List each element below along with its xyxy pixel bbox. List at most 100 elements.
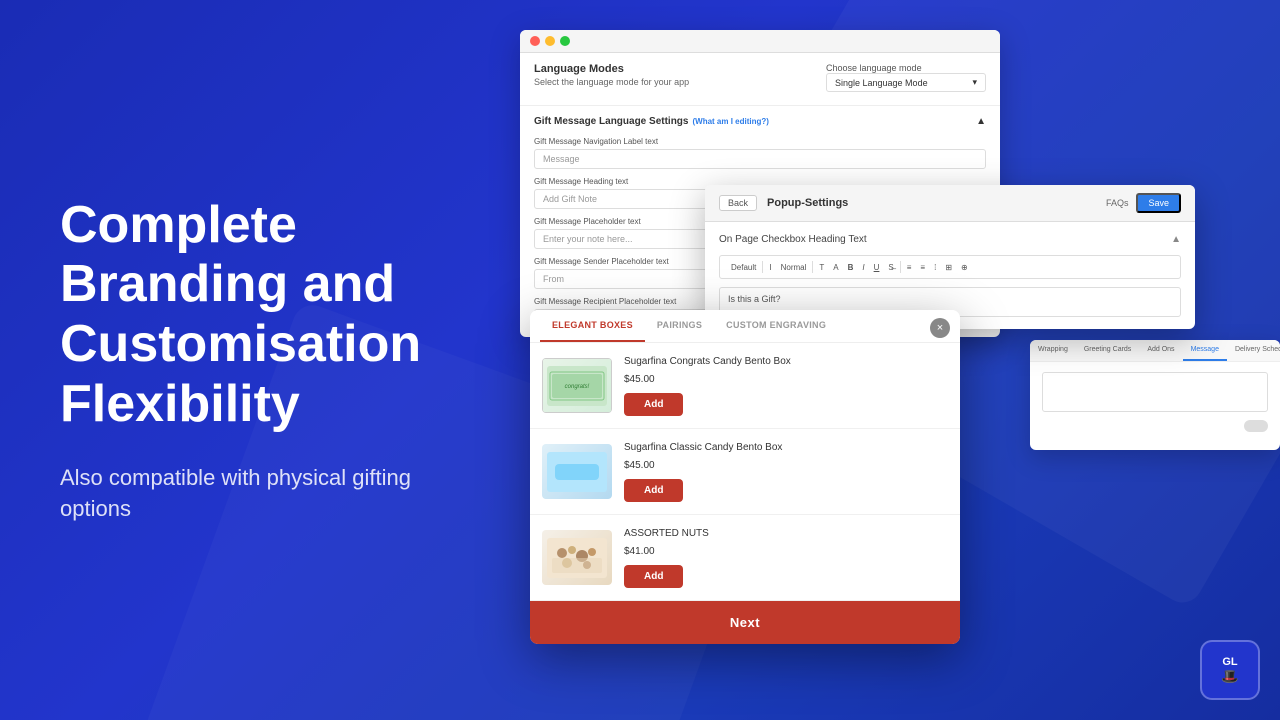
gift-settings-label: Gift Message Language Settings bbox=[534, 116, 688, 127]
product-image: congrats! bbox=[542, 358, 612, 413]
language-select-label: Choose language mode bbox=[826, 63, 986, 73]
back-button[interactable]: Back bbox=[719, 195, 757, 211]
add-classic-button[interactable]: Add bbox=[624, 479, 683, 502]
bottom-logo: GL 🎩 bbox=[1200, 640, 1260, 700]
toolbar-align-center[interactable]: ≡ bbox=[917, 262, 928, 273]
language-select-value: Single Language Mode bbox=[835, 78, 928, 88]
settings-body bbox=[1030, 362, 1280, 450]
tab-add-ons[interactable]: Add Ons bbox=[1139, 340, 1182, 361]
language-mode-subtitle: Select the language mode for your app bbox=[534, 77, 689, 87]
product-info: Sugarfina Congrats Candy Bento Box $45.0… bbox=[624, 355, 948, 416]
toolbar-italic-i[interactable]: I bbox=[766, 262, 774, 273]
field-input-nav[interactable]: Message bbox=[534, 149, 986, 169]
product-header: × ELEGANT BOXES PAIRINGS CUSTOM ENGRAVIN… bbox=[530, 310, 960, 343]
editor-toolbar: Default I Normal T A B I U S̶ ≡ ≡ ⁞ ⊞ ⊕ bbox=[719, 255, 1181, 279]
settings-tabs: Wrapping Greeting Cards Add Ons Message … bbox=[1030, 340, 1280, 362]
tab-greeting-cards[interactable]: Greeting Cards bbox=[1076, 340, 1139, 361]
toolbar-align-left[interactable]: ≡ bbox=[904, 262, 915, 273]
window-popup-settings: Back Popup-Settings FAQs Save On Page Ch… bbox=[705, 185, 1195, 329]
gift-settings-title: Gift Message Language Settings (What am … bbox=[534, 116, 986, 127]
toolbar-strikethrough[interactable]: S̶ bbox=[885, 262, 896, 273]
chevron-down-icon: ▾ bbox=[972, 77, 977, 88]
popup-section-header: On Page Checkbox Heading Text ▲ bbox=[719, 234, 1181, 245]
right-panel: Language Modes Select the language mode … bbox=[520, 0, 1280, 720]
toolbar-italic[interactable]: I bbox=[859, 262, 867, 273]
popup-header-left: Back Popup-Settings bbox=[719, 195, 848, 211]
product-tabs: ELEGANT BOXES PAIRINGS CUSTOM ENGRAVING bbox=[530, 310, 960, 343]
toolbar-more[interactable]: ⊕ bbox=[958, 262, 971, 273]
product-image-classic bbox=[542, 444, 612, 499]
window-dot-close bbox=[530, 36, 540, 46]
toolbar-underline[interactable]: U bbox=[871, 262, 883, 273]
toolbar-text-t[interactable]: T bbox=[816, 262, 827, 273]
toolbar-link[interactable]: ⊞ bbox=[942, 262, 955, 273]
toolbar-separator-3 bbox=[900, 261, 901, 273]
classic-image bbox=[542, 444, 612, 499]
window-language-header bbox=[520, 30, 1000, 53]
svg-text:congrats!: congrats! bbox=[565, 384, 590, 390]
tab-wrapping[interactable]: Wrapping bbox=[1030, 340, 1076, 361]
tab-custom-engraving[interactable]: CUSTOM ENGRAVING bbox=[714, 310, 838, 342]
product-footer: Next bbox=[530, 601, 960, 644]
logo-text: GL bbox=[1222, 656, 1237, 668]
collapse-icon[interactable]: ▲ bbox=[1171, 234, 1181, 245]
next-button[interactable]: Next bbox=[530, 601, 960, 644]
toolbar-separator bbox=[762, 261, 763, 273]
popup-settings-title: Popup-Settings bbox=[767, 197, 848, 209]
popup-header: Back Popup-Settings FAQs Save bbox=[705, 185, 1195, 222]
product-name-classic: Sugarfina Classic Candy Bento Box bbox=[624, 441, 948, 454]
product-price-nuts: $41.00 bbox=[624, 546, 948, 557]
toolbar-color-a[interactable]: A bbox=[830, 262, 841, 273]
toolbar-list[interactable]: ⁞ bbox=[931, 262, 939, 273]
toolbar-separator-2 bbox=[812, 261, 813, 273]
settings-toggle-row bbox=[1042, 420, 1268, 432]
product-price: $45.00 bbox=[624, 374, 948, 385]
product-item: congrats! Sugarfina Congrats Candy Bento… bbox=[530, 343, 960, 429]
product-price-classic: $45.00 bbox=[624, 460, 948, 471]
tab-elegant-boxes[interactable]: ELEGANT BOXES bbox=[540, 310, 645, 342]
language-mode-row: Language Modes Select the language mode … bbox=[534, 63, 986, 95]
product-item: ASSORTED NUTS $41.00 Add bbox=[530, 515, 960, 601]
what-editing-link[interactable]: (What am I editing?) bbox=[692, 117, 768, 126]
popup-section-label: On Page Checkbox Heading Text bbox=[719, 234, 867, 245]
language-select-box[interactable]: Single Language Mode ▾ bbox=[826, 73, 986, 92]
logo-icon: 🎩 bbox=[1221, 668, 1238, 685]
toolbar-default[interactable]: Default bbox=[728, 262, 759, 273]
collapse-icon[interactable]: ▲ bbox=[976, 116, 986, 127]
main-heading: Complete Branding and Customisation Flex… bbox=[60, 196, 470, 435]
save-button[interactable]: Save bbox=[1136, 193, 1181, 213]
popup-header-right: FAQs Save bbox=[1106, 193, 1181, 213]
field-label-nav: Gift Message Navigation Label text bbox=[534, 137, 986, 146]
close-icon: × bbox=[937, 323, 943, 334]
toolbar-normal[interactable]: Normal bbox=[778, 262, 810, 273]
tab-delivery-schedule[interactable]: Delivery Schedule bbox=[1227, 340, 1280, 361]
product-image-nuts bbox=[542, 530, 612, 585]
product-close-button[interactable]: × bbox=[930, 318, 950, 338]
settings-field-2 bbox=[1042, 420, 1268, 432]
congrats-image: congrats! bbox=[542, 358, 612, 413]
settings-field-1 bbox=[1042, 372, 1268, 412]
window-product-popup: × ELEGANT BOXES PAIRINGS CUSTOM ENGRAVIN… bbox=[530, 310, 960, 644]
product-info-nuts: ASSORTED NUTS $41.00 Add bbox=[624, 527, 948, 588]
product-name-nuts: ASSORTED NUTS bbox=[624, 527, 948, 540]
faqs-link[interactable]: FAQs bbox=[1106, 198, 1129, 208]
left-panel: Complete Branding and Customisation Flex… bbox=[0, 0, 530, 720]
window-dot-maximize bbox=[560, 36, 570, 46]
settings-toggle[interactable] bbox=[1244, 420, 1268, 432]
product-info-classic: Sugarfina Classic Candy Bento Box $45.00… bbox=[624, 441, 948, 502]
product-item: Sugarfina Classic Candy Bento Box $45.00… bbox=[530, 429, 960, 515]
product-list: congrats! Sugarfina Congrats Candy Bento… bbox=[530, 343, 960, 601]
field-nav-label: Gift Message Navigation Label text Messa… bbox=[534, 137, 986, 169]
language-mode-section: Language Modes Select the language mode … bbox=[520, 53, 1000, 106]
product-name: Sugarfina Congrats Candy Bento Box bbox=[624, 355, 948, 368]
nuts-image bbox=[542, 530, 612, 585]
add-product-button[interactable]: Add bbox=[624, 393, 683, 416]
window-settings-panel: Wrapping Greeting Cards Add Ons Message … bbox=[1030, 340, 1280, 450]
language-mode-title: Language Modes bbox=[534, 63, 689, 75]
toolbar-bold[interactable]: B bbox=[845, 262, 857, 273]
tab-message[interactable]: Message bbox=[1183, 340, 1227, 361]
tab-pairings[interactable]: PAIRINGS bbox=[645, 310, 714, 342]
window-dot-minimize bbox=[545, 36, 555, 46]
settings-textarea-1[interactable] bbox=[1042, 372, 1268, 412]
add-nuts-button[interactable]: Add bbox=[624, 565, 683, 588]
